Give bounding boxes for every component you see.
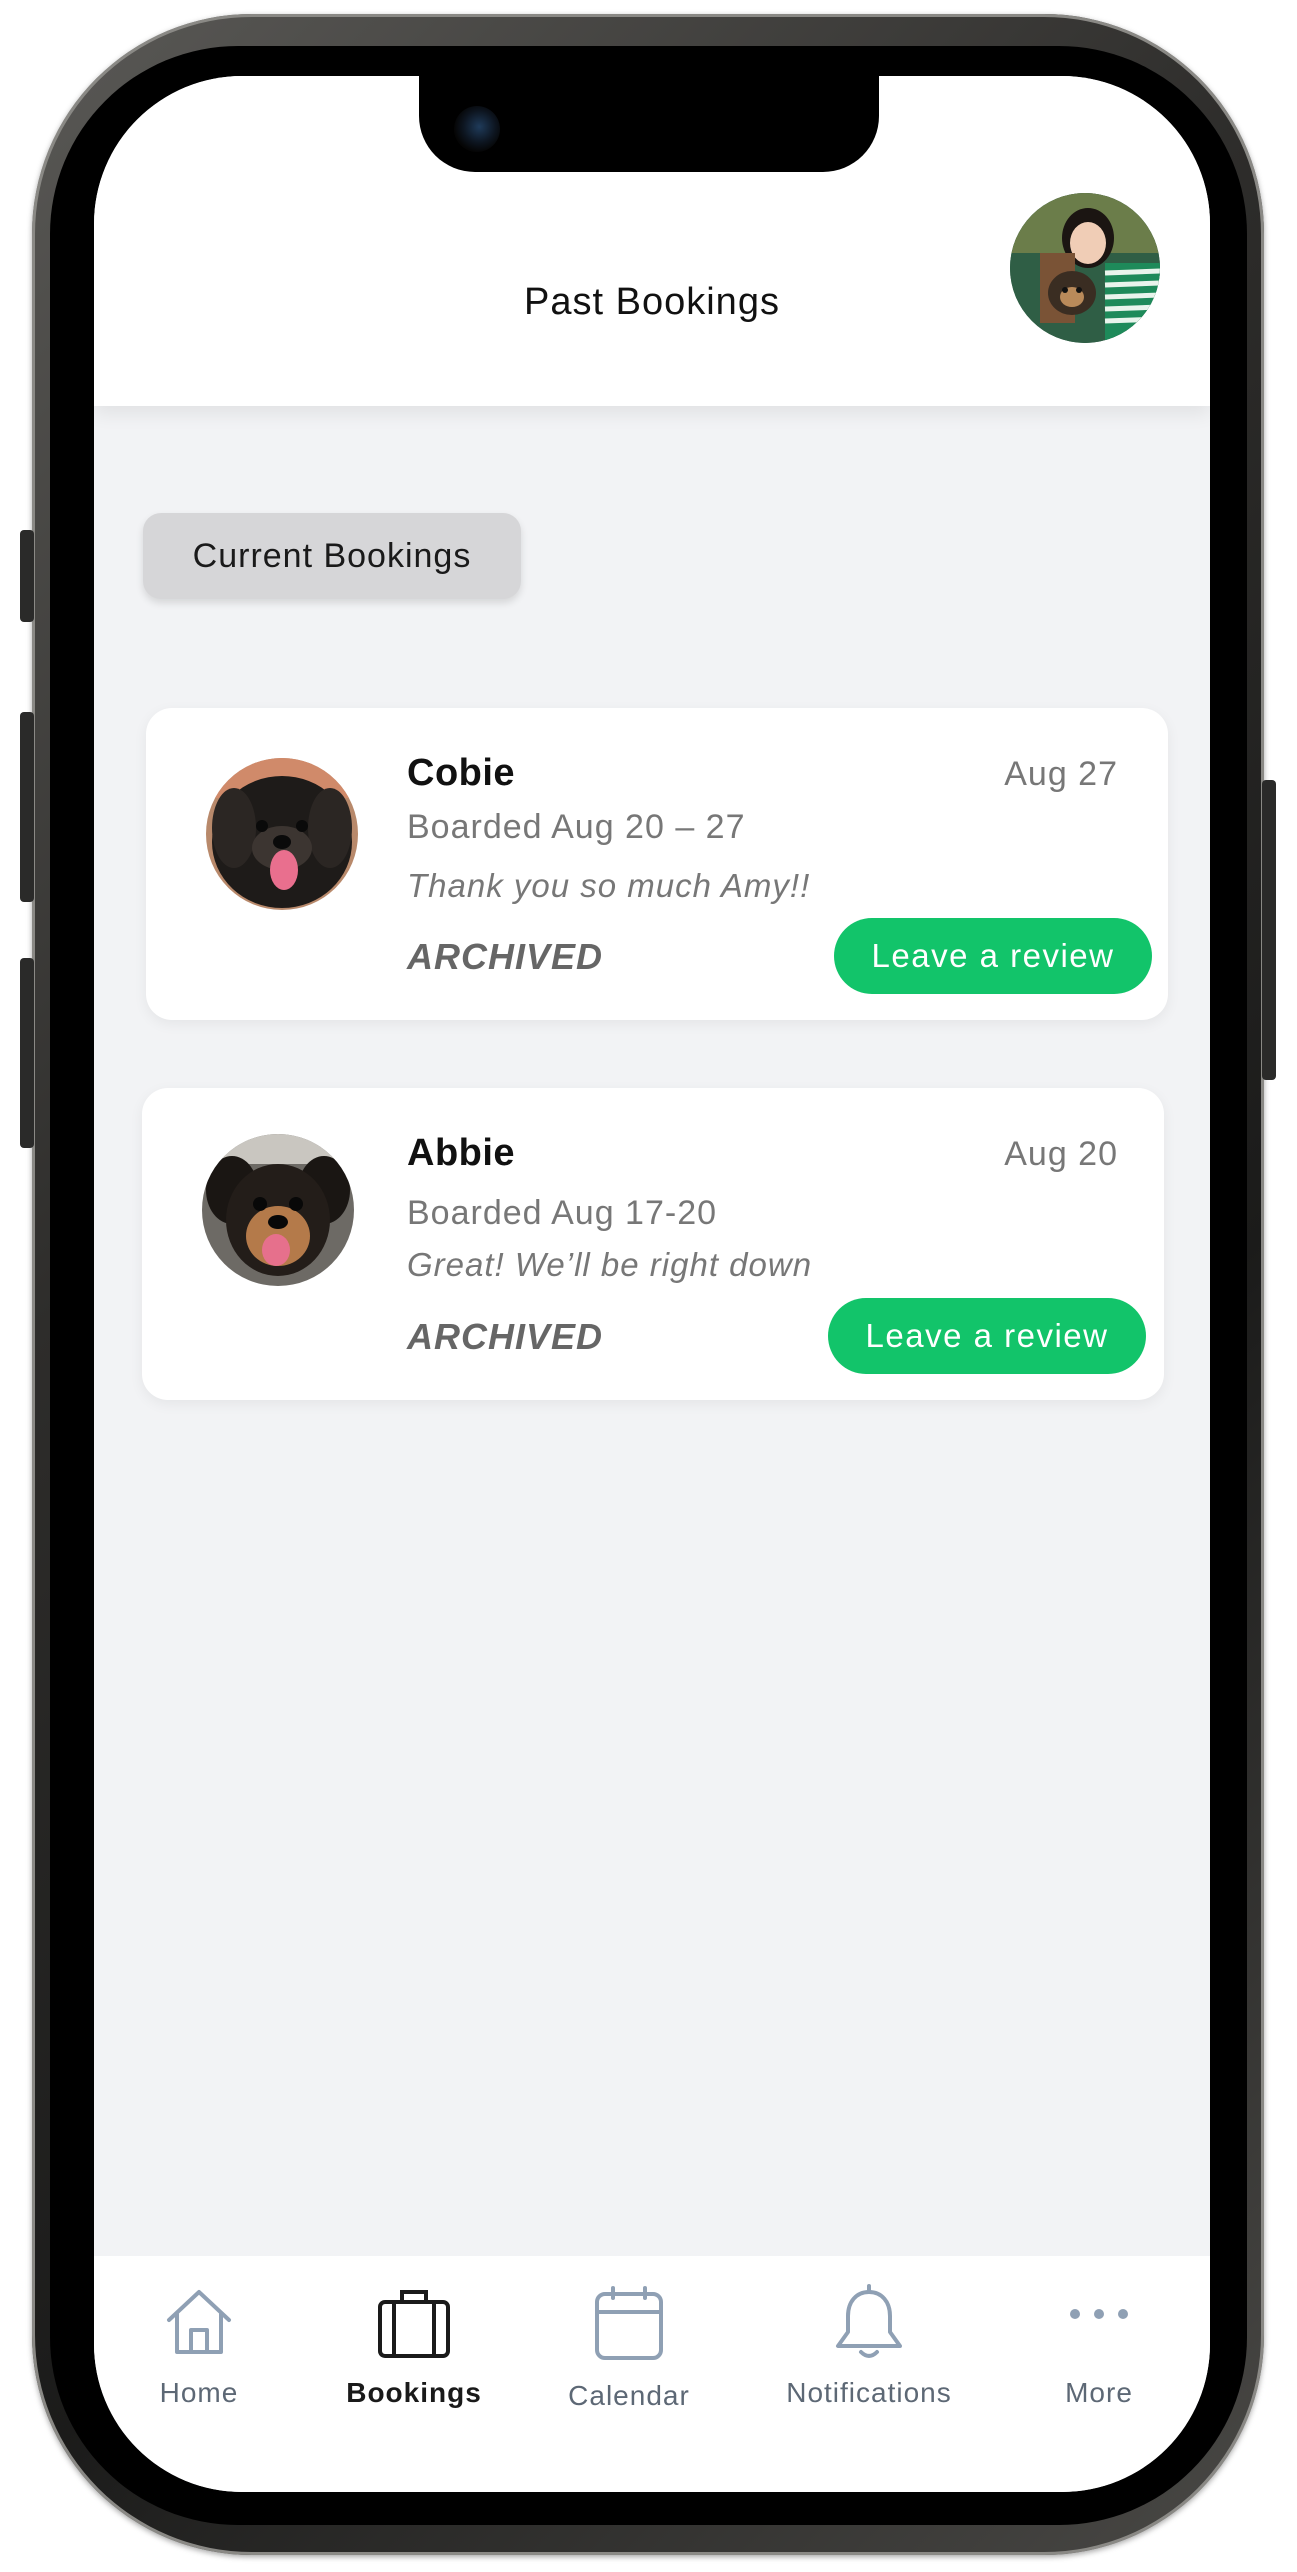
tab-bookings[interactable]: Bookings <box>314 2256 514 2492</box>
leave-review-button[interactable]: Leave a review <box>828 1298 1146 1374</box>
tab-label: Home <box>159 2377 239 2408</box>
booking-date: Aug 20 <box>1004 1135 1118 1173</box>
suitcase-icon <box>378 2290 450 2358</box>
tab-notifications[interactable]: Notifications <box>744 2256 994 2492</box>
last-message: Great! We’ll be right down <box>407 1246 813 1283</box>
boarded-dates: Boarded Aug 20 – 27 <box>407 808 746 846</box>
tab-label: More <box>1065 2377 1133 2408</box>
front-camera <box>454 106 500 152</box>
tab-more[interactable]: More <box>1004 2256 1194 2492</box>
phone-power-button <box>1262 780 1276 1080</box>
tab-label: Bookings <box>346 2377 482 2408</box>
bell-icon <box>836 2284 902 2358</box>
status-badge: ARCHIVED <box>407 1316 604 1357</box>
more-dots-icon <box>1070 2309 1128 2319</box>
bottom-tab-bar: Home Bookings Calendar Notifications Mor… <box>94 2256 1210 2492</box>
tab-calendar[interactable]: Calendar <box>524 2256 734 2492</box>
phone-volume-down <box>20 958 34 1148</box>
phone-silent-switch <box>20 530 34 622</box>
boarded-dates: Boarded Aug 17-20 <box>407 1194 718 1232</box>
pet-photo-abbie <box>202 1134 354 1286</box>
booking-card[interactable]: Cobie Aug 27 Boarded Aug 20 – 27 Thank y… <box>146 708 1168 1020</box>
tab-home[interactable]: Home <box>94 2256 304 2492</box>
current-bookings-button[interactable]: Current Bookings <box>143 513 521 599</box>
phone-volume-up <box>20 712 34 902</box>
status-badge: ARCHIVED <box>407 936 604 977</box>
tab-label: Calendar <box>568 2380 690 2411</box>
pet-name: Abbie <box>407 1132 516 1174</box>
pet-name: Cobie <box>407 752 516 794</box>
calendar-icon <box>595 2286 663 2360</box>
phone-notch <box>419 76 879 172</box>
leave-review-button[interactable]: Leave a review <box>834 918 1152 994</box>
tab-label: Notifications <box>786 2377 952 2408</box>
profile-avatar[interactable] <box>1010 193 1160 343</box>
home-icon <box>167 2290 231 2354</box>
booking-date: Aug 27 <box>1004 755 1118 793</box>
last-message: Thank you so much Amy!! <box>407 867 811 904</box>
booking-card[interactable]: Abbie Aug 20 Boarded Aug 17-20 Great! We… <box>142 1088 1164 1400</box>
pet-photo-cobie <box>206 758 358 910</box>
app-screen: Past Bookings Current Bookings Cobie Aug… <box>94 76 1210 2492</box>
